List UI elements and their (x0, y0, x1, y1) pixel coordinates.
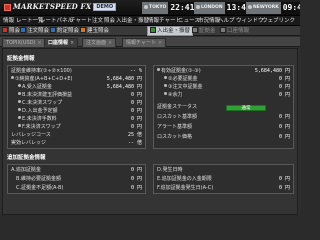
margin-right-box: 有効証拠金(①-③) 5,684,480 円 ②必要証拠金 0 円 ③注文中証拠金 0… (153, 65, 294, 149)
bullet-icon (18, 100, 21, 103)
additional-row: D.発生日時 (157, 167, 183, 173)
additional-right-box: D.発生日時 E.追加証拠金の入金期限 0 円 F.追加証拠金発生日(A-C) 0 … (153, 164, 294, 194)
transfer-icon (150, 27, 156, 33)
additional-row: F.追加証拠金発生日(A-C) 0 円 (157, 185, 290, 191)
demo-badge: DEMO (93, 3, 117, 12)
tab-order-screen[interactable]: 注文画面 × (82, 38, 117, 47)
margin-row: ③注文中証拠金 0 円 (154, 84, 293, 91)
menu-bar: 情報 レート一覧 レートパネル チャート 注文 照会 入出金・振替 情報チャート… (0, 16, 300, 26)
menu-item-market[interactable]: 市況情報 (198, 17, 220, 25)
margin-left-box: 証拠金維持率(①÷②×100) -- % ①純資産(A+B+C+D+E) 5,684… (7, 65, 146, 149)
app-logo: MARKETSPEED FX DEMO (4, 2, 117, 13)
margin-row: アラート基準額 0 円 (157, 124, 290, 130)
toolbar-order-inquiry-button[interactable]: 注文照会 (20, 27, 49, 35)
bullet-icon (164, 92, 167, 95)
app-title: MARKETSPEED FX (13, 2, 92, 11)
account-info-panel: 証拠金情報 証拠金維持率(①÷②×100) -- % ①純資産(A+B+C+D+E… (2, 48, 298, 215)
bullet-icon (164, 84, 167, 87)
clock-city-label: NEWYORK (246, 2, 281, 14)
bullet-icon (18, 92, 21, 95)
menu-item-chart[interactable]: チャート (70, 17, 92, 25)
menu-item-window[interactable]: ウィンドウ (236, 17, 264, 25)
tab-info-chart[interactable]: 情報チャート × (122, 38, 167, 47)
margin-row: F.未決済スワップ 0 円 (8, 124, 145, 131)
margin-row: B.未決済建玉評価損益 0 円 (8, 92, 145, 99)
bullet-icon (18, 116, 21, 119)
margin-row: レバレッジコース 25 倍 (11, 132, 142, 138)
menu-item-news[interactable]: ニュース (178, 17, 200, 25)
bullet-icon (164, 76, 167, 79)
tab-topix[interactable]: TOPIX(USD) × (2, 38, 46, 47)
tab-account-info[interactable]: 口座情報 × (44, 38, 79, 47)
additional-margin-title: 追加証拠金情報 (7, 155, 46, 161)
toolbar-account-info-button[interactable]: 口座情報 (220, 27, 249, 35)
margin-row: ①純資産(A+B+C+D+E) 5,684,480 円 (8, 76, 145, 83)
menu-item-help[interactable]: ヘルプ (218, 17, 235, 25)
position-icon (80, 27, 86, 33)
app-window: MARKETSPEED FX DEMO TOKYO 22:41 LONDON 13:4… (0, 0, 300, 215)
margin-row: ④余力 0 円 (154, 92, 293, 99)
close-icon[interactable]: × (158, 40, 162, 46)
bullet-icon (11, 76, 14, 79)
menu-item-order[interactable]: 注文 (92, 17, 103, 25)
clock-newyork: NEWYORK09:41 (246, 2, 300, 14)
margin-row: 有効証拠金(①-③) 5,684,480 円 (154, 68, 293, 75)
bullet-icon (18, 124, 21, 127)
globe-icon (144, 4, 148, 9)
inquiry-icon (2, 27, 8, 33)
margin-row: D.入出金予定額 0 円 (8, 108, 145, 115)
margin-info-title: 証拠金情報 (7, 56, 35, 62)
logo-icon (4, 3, 11, 11)
close-icon[interactable]: × (108, 40, 112, 46)
additional-row: E.追加証拠金の入金期限 0 円 (157, 176, 290, 182)
margin-row: ②必要証拠金 0 円 (154, 76, 293, 83)
clock-time: 22:41 (168, 2, 197, 14)
toolbar-execution-inquiry-button[interactable]: 約定照会 (50, 27, 79, 35)
execution-icon (50, 27, 56, 33)
menu-item-info-chart[interactable]: 情報チャート (148, 17, 181, 25)
toolbar-margin-button[interactable]: 証拠金 (192, 27, 216, 35)
menu-item-transfer[interactable]: 入出金・振替 (116, 17, 149, 25)
globe-icon (196, 4, 200, 9)
menu-item-weblink[interactable]: ウェブリンク (262, 17, 295, 25)
close-icon[interactable]: × (38, 40, 42, 46)
order-icon (20, 27, 26, 33)
account-icon (220, 27, 226, 33)
toolbar-inquiry-button[interactable]: 照会 (2, 27, 20, 35)
additional-row: C.証拠金不足額(A-B) 0 円 (16, 185, 142, 191)
margin-status-row: 証拠金ステータス 通常 (154, 104, 293, 111)
additional-row: A.追加証拠金 0 円 (11, 167, 142, 173)
menu-item-rate-panel[interactable]: レートパネル (40, 17, 73, 25)
globe-icon (248, 4, 252, 9)
toolbar-transfer-button[interactable]: 入出金・振替 (147, 26, 194, 36)
margin-row: C.未決済スワップ 0 円 (8, 100, 145, 107)
bullet-icon (18, 108, 21, 111)
clock-time: 09:41 (280, 2, 300, 14)
menu-item-inquiry[interactable]: 照会 (104, 17, 115, 25)
margin-row: ロスカット基準額 0 円 (157, 114, 290, 120)
margin-row: 証拠金維持率(①÷②×100) -- % (11, 68, 142, 74)
margin-row: A.受入証拠金 5,684,480 円 (8, 84, 145, 91)
bullet-icon (18, 84, 21, 87)
clock-city-label: TOKYO (142, 2, 169, 14)
title-bar: MARKETSPEED FX DEMO TOKYO 22:41 LONDON 13:4… (0, 0, 300, 16)
margin-row: ロスカット価格 0 円 (157, 134, 290, 140)
close-icon[interactable]: × (70, 40, 74, 46)
toolbar: 照会 注文照会 約定照会 建玉照会 入出金・振替 証拠金 口座情報 (0, 26, 300, 36)
bullet-icon (157, 68, 160, 71)
toolbar-position-inquiry-button[interactable]: 建玉照会 (80, 27, 109, 35)
margin-icon (192, 27, 198, 33)
additional-row: B.維持必要証拠金額 0 円 (16, 176, 142, 182)
menu-item-info[interactable]: 情報 (3, 17, 14, 25)
margin-row: 実効レバレッジ -- 倍 (11, 140, 142, 146)
clock-tokyo: TOKYO 22:41 (142, 2, 197, 14)
tab-strip: TOPIX(USD) × 口座情報 × 注文画面 × 情報チャート × (0, 37, 300, 47)
margin-status-badge: 通常 (226, 105, 266, 111)
clock-city-label: LONDON (194, 2, 225, 14)
clock-london: LONDON 13:41 (194, 2, 253, 14)
additional-left-box: A.追加証拠金 0 円 B.維持必要証拠金額 0 円 C.証拠金不足額(A-B) 0 … (7, 164, 146, 194)
margin-row: E.未決済手数料 0 円 (8, 116, 145, 123)
